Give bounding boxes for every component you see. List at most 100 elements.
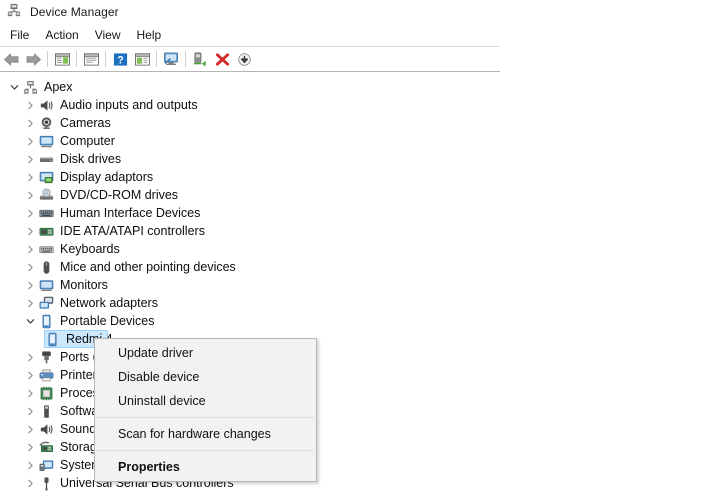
context-menu[interactable]: Update driver Disable device Uninstall d… bbox=[94, 338, 317, 482]
dvd-drive-icon bbox=[38, 187, 54, 203]
tree-item-cameras[interactable]: Cameras bbox=[0, 114, 701, 132]
tree-item-audio-inputs-and-outputs[interactable]: Audio inputs and outputs bbox=[0, 96, 701, 114]
tree-item-ide-ata-atapi-controllers[interactable]: IDE ATA/ATAPI controllers bbox=[0, 222, 701, 240]
chevron-right-icon[interactable] bbox=[22, 420, 38, 438]
help-button[interactable]: ? bbox=[109, 48, 131, 70]
chevron-right-icon[interactable] bbox=[22, 114, 38, 132]
menu-view[interactable]: View bbox=[87, 26, 129, 44]
chevron-right-icon[interactable] bbox=[22, 402, 38, 420]
port-icon bbox=[38, 349, 54, 365]
ide-controller-icon bbox=[38, 223, 54, 239]
device-manager-icon bbox=[7, 3, 21, 22]
toolbar-separator bbox=[185, 51, 186, 67]
keyboard-icon bbox=[38, 241, 54, 257]
context-disable-device[interactable]: Disable device bbox=[95, 365, 316, 389]
chevron-right-icon[interactable] bbox=[22, 240, 38, 258]
chevron-right-icon[interactable] bbox=[22, 168, 38, 186]
chevron-right-icon[interactable] bbox=[22, 204, 38, 222]
menu-help[interactable]: Help bbox=[129, 26, 170, 44]
portable-device-icon bbox=[38, 313, 54, 329]
tree-item-label: Monitors bbox=[60, 278, 108, 292]
tree-item-mice-and-other-pointing-devices[interactable]: Mice and other pointing devices bbox=[0, 258, 701, 276]
tree-item-keyboards[interactable]: Keyboards bbox=[0, 240, 701, 258]
context-scan-hardware-changes[interactable]: Scan for hardware changes bbox=[95, 422, 316, 446]
uninstall-device-button[interactable] bbox=[211, 48, 233, 70]
properties-button[interactable] bbox=[80, 48, 102, 70]
chevron-right-icon[interactable] bbox=[22, 456, 38, 474]
chevron-right-icon[interactable] bbox=[22, 96, 38, 114]
tree-item-computer[interactable]: Computer bbox=[0, 132, 701, 150]
disk-drive-icon bbox=[38, 151, 54, 167]
tree-item-disk-drives[interactable]: Disk drives bbox=[0, 150, 701, 168]
menu-file[interactable]: File bbox=[2, 26, 37, 44]
tree-item-label: Apex bbox=[44, 80, 73, 94]
show-hide-action-pane-button[interactable] bbox=[131, 48, 153, 70]
back-button[interactable] bbox=[0, 48, 22, 70]
network-adapter-icon bbox=[38, 295, 54, 311]
tree-item-network-adapters[interactable]: Network adapters bbox=[0, 294, 701, 312]
tree-item-label: Disk drives bbox=[60, 152, 122, 166]
chevron-right-icon[interactable] bbox=[22, 276, 38, 294]
system-device-icon bbox=[38, 457, 54, 473]
title-bar: Device Manager bbox=[0, 0, 701, 24]
tree-item-label: Computer bbox=[60, 134, 115, 148]
storage-controller-icon bbox=[38, 439, 54, 455]
tree-item-dvd-cd-rom-drives[interactable]: DVD/CD-ROM drives bbox=[0, 186, 701, 204]
update-driver-button[interactable] bbox=[189, 48, 211, 70]
usb-icon bbox=[38, 475, 54, 491]
tree-item-label: Audio inputs and outputs bbox=[60, 98, 198, 112]
tree-item-label: IDE ATA/ATAPI controllers bbox=[60, 224, 205, 238]
chevron-right-icon[interactable] bbox=[22, 474, 38, 492]
chevron-right-icon[interactable] bbox=[22, 132, 38, 150]
chevron-down-icon[interactable] bbox=[6, 78, 22, 96]
tree-item-label: Display adaptors bbox=[60, 170, 154, 184]
chevron-right-icon[interactable] bbox=[22, 150, 38, 168]
portable-device-icon bbox=[44, 331, 60, 347]
tree-item-label: Keyboards bbox=[60, 242, 120, 256]
chevron-right-icon[interactable] bbox=[22, 186, 38, 204]
forward-button[interactable] bbox=[22, 48, 44, 70]
chevron-right-icon[interactable] bbox=[22, 258, 38, 276]
chevron-right-icon[interactable] bbox=[22, 384, 38, 402]
menu-bar: File Action View Help bbox=[0, 25, 500, 45]
chevron-down-icon[interactable] bbox=[22, 312, 38, 330]
toolbar: ? bbox=[0, 47, 500, 72]
menu-action[interactable]: Action bbox=[37, 26, 86, 44]
mouse-icon bbox=[38, 259, 54, 275]
tree-item-label: DVD/CD-ROM drives bbox=[60, 188, 179, 202]
chevron-right-icon[interactable] bbox=[22, 366, 38, 384]
chevron-right-icon[interactable] bbox=[22, 348, 38, 366]
context-uninstall-device[interactable]: Uninstall device bbox=[95, 389, 316, 413]
disable-device-button[interactable] bbox=[233, 48, 255, 70]
tree-item-human-interface-devices[interactable]: Human Interface Devices bbox=[0, 204, 701, 222]
context-update-driver[interactable]: Update driver bbox=[95, 341, 316, 365]
context-menu-separator bbox=[97, 417, 314, 418]
chevron-right-icon[interactable] bbox=[22, 222, 38, 240]
svg-text:?: ? bbox=[117, 54, 124, 66]
toolbar-separator bbox=[47, 51, 48, 67]
tree-item-label: Mice and other pointing devices bbox=[60, 260, 236, 274]
window-title: Device Manager bbox=[30, 5, 119, 19]
tree-item-apex[interactable]: Apex bbox=[0, 78, 701, 96]
toolbar-separator bbox=[156, 51, 157, 67]
toolbar-separator bbox=[105, 51, 106, 67]
context-menu-separator bbox=[97, 450, 314, 451]
tree-item-label: Portable Devices bbox=[60, 314, 155, 328]
display-adapter-icon bbox=[38, 169, 54, 185]
tree-item-label: Network adapters bbox=[60, 296, 158, 310]
show-hide-console-tree-button[interactable] bbox=[51, 48, 73, 70]
hid-icon bbox=[38, 205, 54, 221]
chevron-right-icon[interactable] bbox=[22, 438, 38, 456]
tree-item-monitors[interactable]: Monitors bbox=[0, 276, 701, 294]
printer-icon bbox=[38, 367, 54, 383]
context-properties[interactable]: Properties bbox=[95, 455, 316, 479]
tree-item-label: Cameras bbox=[60, 116, 111, 130]
speaker-icon bbox=[38, 421, 54, 437]
tree-item-display-adaptors[interactable]: Display adaptors bbox=[0, 168, 701, 186]
processor-icon bbox=[38, 385, 54, 401]
tree-item-label: Human Interface Devices bbox=[60, 206, 201, 220]
computer-node-icon bbox=[22, 79, 38, 95]
tree-item-portable-devices[interactable]: Portable Devices bbox=[0, 312, 701, 330]
scan-for-hardware-changes-button[interactable] bbox=[160, 48, 182, 70]
chevron-right-icon[interactable] bbox=[22, 294, 38, 312]
